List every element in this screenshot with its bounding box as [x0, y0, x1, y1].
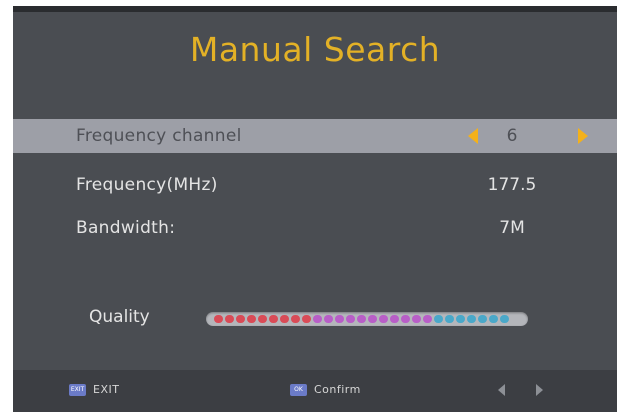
quality-segment	[401, 315, 410, 323]
quality-segment	[346, 315, 355, 323]
quality-segment	[225, 315, 234, 323]
quality-segment	[456, 315, 465, 323]
quality-segment	[291, 315, 300, 323]
bandwidth-label: Bandwidth:	[76, 218, 176, 238]
top-strip	[13, 6, 617, 12]
quality-segment	[500, 315, 509, 323]
quality-segment	[390, 315, 399, 323]
confirm-label: Confirm	[314, 383, 361, 396]
quality-segment	[445, 315, 454, 323]
tv-osd-screen: Manual Search Frequency channel 6 Freque…	[13, 6, 617, 412]
frequency-channel-label: Frequency channel	[76, 126, 242, 146]
bandwidth-value: 7M	[499, 218, 525, 238]
quality-segment	[412, 315, 421, 323]
quality-segment	[302, 315, 311, 323]
quality-segment	[324, 315, 333, 323]
frequency-channel-value: 6	[506, 126, 518, 146]
quality-segment	[434, 315, 443, 323]
frequency-mhz-value: 177.5	[487, 175, 537, 195]
quality-segment	[269, 315, 278, 323]
footer-bar: EXIT EXIT OK Confirm	[13, 370, 617, 412]
quality-segment	[214, 315, 223, 323]
nav-right-arrow-icon[interactable]	[536, 384, 543, 396]
quality-segment	[236, 315, 245, 323]
quality-label: Quality	[89, 307, 150, 327]
quality-segment	[423, 315, 432, 323]
bandwidth-row[interactable]: Bandwidth: 7M	[13, 211, 617, 245]
frequency-mhz-label: Frequency(MHz)	[76, 175, 218, 195]
quality-segment	[313, 315, 322, 323]
channel-right-arrow-icon[interactable]	[578, 128, 588, 144]
exit-key-icon[interactable]: EXIT	[69, 384, 86, 396]
quality-segment	[247, 315, 256, 323]
quality-segment	[357, 315, 366, 323]
quality-segment	[467, 315, 476, 323]
quality-segment	[258, 315, 267, 323]
quality-segment	[379, 315, 388, 323]
quality-segment	[478, 315, 487, 323]
quality-bar-fill	[214, 315, 509, 323]
quality-segment	[280, 315, 289, 323]
page-title: Manual Search	[189, 30, 441, 69]
quality-segment	[368, 315, 377, 323]
quality-segment	[489, 315, 498, 323]
frequency-channel-row[interactable]: Frequency channel 6	[13, 119, 617, 153]
ok-key-icon[interactable]: OK	[290, 384, 307, 396]
exit-label: EXIT	[93, 383, 120, 396]
quality-bar	[206, 312, 528, 326]
frequency-mhz-row[interactable]: Frequency(MHz) 177.5	[13, 168, 617, 202]
nav-left-arrow-icon[interactable]	[498, 384, 505, 396]
quality-segment	[335, 315, 344, 323]
